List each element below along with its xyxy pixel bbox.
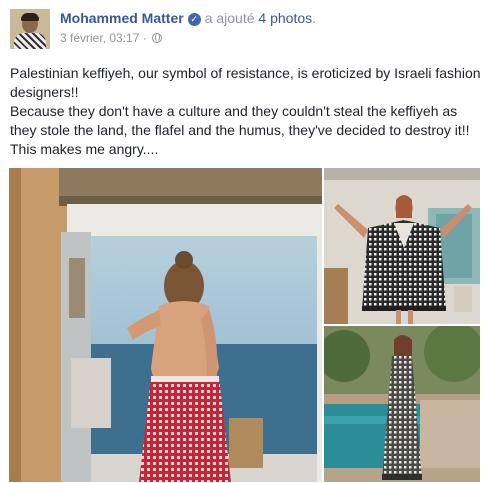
post-meta: 3 février, 03:17 · <box>60 31 163 45</box>
post-photo-main[interactable] <box>9 168 322 482</box>
avatar-hair <box>21 13 39 21</box>
post-photo-bottom-right[interactable] <box>324 326 480 482</box>
verified-badge-icon: ✓ <box>187 13 201 26</box>
author-name-link[interactable]: Mohammed Matter <box>60 10 184 26</box>
photos-count-link[interactable]: 4 photos <box>258 10 312 26</box>
post-header: Mohammed Matter ✓ a ajouté 4 photos. 3 fév… <box>10 9 480 53</box>
photo-bottom-right-illustration <box>324 326 480 482</box>
globe-icon[interactable] <box>152 33 163 43</box>
title-punctuation: . <box>312 10 317 26</box>
post-text-line: This makes me angry.... <box>10 141 159 157</box>
post-title-line: Mohammed Matter ✓ a ajouté 4 photos. <box>60 10 316 26</box>
post-photo-top-right[interactable] <box>324 168 480 324</box>
post-text-line: Palestinian keffiyeh, our symbol of resi… <box>10 65 481 100</box>
author-avatar[interactable] <box>10 9 50 49</box>
meta-separator: · <box>142 31 147 45</box>
photo-main-illustration <box>9 168 322 482</box>
avatar-keffiyeh <box>14 33 46 49</box>
post-action-text: a ajouté <box>204 10 255 26</box>
post-timestamp-link[interactable]: 3 février, 03:17 <box>60 31 139 45</box>
post-text-line: Because they don't have a culture and th… <box>10 103 470 138</box>
photo-top-right-illustration <box>324 168 480 324</box>
post-body: Palestinian keffiyeh, our symbol of resi… <box>10 64 482 159</box>
